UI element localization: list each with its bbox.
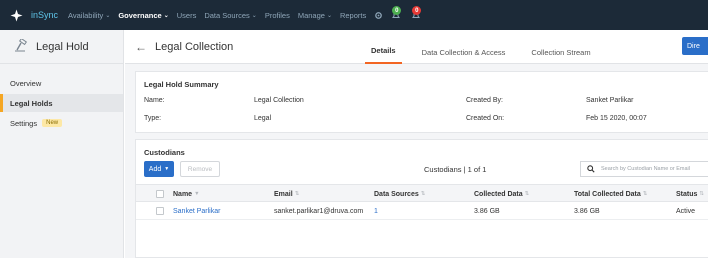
sidebar-header: Legal Hold	[0, 30, 123, 64]
chevron-down-icon: ⌄	[105, 12, 111, 19]
type-value: Legal	[254, 115, 272, 122]
name-label: Name:	[144, 97, 165, 104]
nav-governance-label: Governance	[118, 10, 162, 20]
custodian-status: Active	[676, 207, 696, 215]
nav-availability[interactable]: Availability ⌄	[68, 11, 110, 20]
chevron-down-icon: ⌄	[251, 12, 257, 19]
sort-icon: ⇅	[294, 191, 300, 197]
druva-logo-icon[interactable]	[9, 8, 23, 22]
tab-collection-stream[interactable]: Collection Stream	[525, 48, 596, 64]
column-label: Total Collected Data	[574, 190, 641, 198]
back-arrow-icon[interactable]: ←	[135, 40, 147, 54]
custodians-title: Custodians	[144, 148, 185, 157]
sidebar: Legal Hold Overview Legal Holds Settings…	[0, 30, 124, 258]
sort-icon: ⇅	[420, 191, 426, 197]
nav-reports-label: Reports	[339, 10, 367, 20]
tab-details[interactable]: Details	[365, 46, 402, 64]
name-value: Legal Collection	[254, 97, 304, 104]
custodian-name-link[interactable]: Sanket Parlikar	[173, 202, 220, 220]
nav-reports[interactable]: Reports	[340, 11, 366, 20]
sort-icon: ⇅	[642, 191, 648, 197]
collected-data: 3.86 GB	[474, 207, 500, 215]
search-icon	[587, 165, 595, 173]
column-status[interactable]: Status ⇅	[676, 185, 704, 203]
main-content: ← Legal Collection Details Data Collecti…	[125, 30, 708, 258]
nav-governance[interactable]: Governance ⌄	[118, 11, 168, 20]
type-label: Type:	[144, 115, 162, 122]
column-total-collected-data[interactable]: Total Collected Data ⇅	[574, 185, 647, 203]
alerts-bell-button[interactable]: 0	[387, 6, 405, 24]
summary-title: Legal Hold Summary	[144, 80, 219, 89]
nav-manage[interactable]: Manage ⌄	[298, 11, 332, 20]
sort-icon: ▼	[194, 191, 200, 197]
data-sources-link[interactable]: 1	[374, 202, 378, 220]
brand-name[interactable]: inSync	[31, 10, 58, 20]
custodians-toolbar: Add ▼ Remove Custodians | 1 of 1	[144, 161, 708, 179]
add-button-label: Add	[148, 165, 162, 173]
new-badge: New	[42, 119, 63, 127]
created-by-value: Sanket Parlikar	[586, 97, 634, 104]
content-area: Legal Hold Summary Name: Legal Collectio…	[125, 64, 708, 258]
column-label: Status	[676, 190, 698, 198]
nav-manage-label: Manage	[297, 10, 325, 20]
row-checkbox[interactable]	[156, 207, 164, 215]
column-label: Collected Data	[474, 190, 523, 198]
legal-hold-icon	[12, 37, 28, 55]
column-label: Name	[173, 190, 193, 198]
nav-users-label: Users	[176, 10, 197, 20]
tab-data-collection-access[interactable]: Data Collection & Access	[416, 48, 512, 64]
custodians-count: Custodians | 1 of 1	[424, 165, 487, 174]
table-header: Name ▼ Email ⇅ Data Sources ⇅ Collected Dat…	[136, 184, 708, 202]
remove-button[interactable]: Remove	[180, 161, 220, 177]
notifications-bell-button[interactable]: 0	[407, 6, 425, 24]
sidebar-item-label: Legal Holds	[10, 98, 53, 108]
nav-users[interactable]: Users	[177, 11, 197, 20]
column-label: Email	[274, 190, 293, 198]
column-name[interactable]: Name ▼	[173, 185, 200, 203]
custodian-search-input[interactable]	[601, 166, 701, 172]
select-all-checkbox[interactable]	[156, 190, 164, 198]
created-by-label: Created By:	[466, 97, 503, 104]
nav-data-sources-label: Data Sources	[204, 10, 250, 20]
column-email[interactable]: Email ⇅	[274, 185, 299, 203]
sidebar-item-legal-holds[interactable]: Legal Holds	[0, 94, 123, 112]
column-label: Data Sources	[374, 190, 419, 198]
chevron-down-icon: ⌄	[326, 12, 332, 19]
legal-hold-summary-card: Legal Hold Summary Name: Legal Collectio…	[135, 71, 708, 133]
column-collected-data[interactable]: Collected Data ⇅	[474, 185, 529, 203]
add-button[interactable]: Add ▼	[144, 161, 174, 177]
sidebar-item-label: Overview	[10, 78, 42, 88]
page-title: Legal Collection	[155, 40, 234, 53]
column-data-sources[interactable]: Data Sources ⇅	[374, 185, 425, 203]
sidebar-item-overview[interactable]: Overview	[0, 74, 123, 92]
chevron-down-icon: ⌄	[163, 12, 169, 19]
table-row[interactable]: Sanket Parlikar sanket.parlikar1@druva.c…	[136, 202, 708, 220]
sort-icon: ⇅	[524, 191, 530, 197]
top-nav-bar: inSync Availability ⌄ Governance ⌄ Users…	[0, 0, 708, 30]
sort-icon: ⇅	[699, 191, 705, 197]
created-on-label: Created On:	[466, 115, 505, 122]
custodian-search-box[interactable]	[580, 161, 708, 177]
nav-data-sources[interactable]: Data Sources ⌄	[204, 11, 256, 20]
tab-bar: Details Data Collection & Access Collect…	[365, 30, 611, 64]
total-collected-data: 3.86 GB	[574, 207, 600, 215]
caret-down-icon: ▼	[164, 166, 170, 172]
nav-profiles-label: Profiles	[264, 10, 290, 20]
primary-action-button[interactable]: Dire	[682, 37, 708, 55]
settings-gear-icon[interactable]	[374, 11, 383, 20]
page-header: ← Legal Collection Details Data Collecti…	[125, 30, 708, 64]
nav-profiles[interactable]: Profiles	[265, 11, 290, 20]
custodians-card: Custodians Add ▼ Remove Custodians | 1 o…	[135, 139, 708, 258]
sidebar-item-label: Settings	[10, 118, 38, 128]
nav-availability-label: Availability	[68, 10, 104, 20]
sidebar-title: Legal Hold	[36, 40, 89, 53]
custodian-email: sanket.parlikar1@druva.com	[274, 207, 364, 215]
created-on-value: Feb 15 2020, 00:07	[586, 115, 647, 122]
sidebar-item-settings[interactable]: Settings New	[0, 114, 123, 132]
